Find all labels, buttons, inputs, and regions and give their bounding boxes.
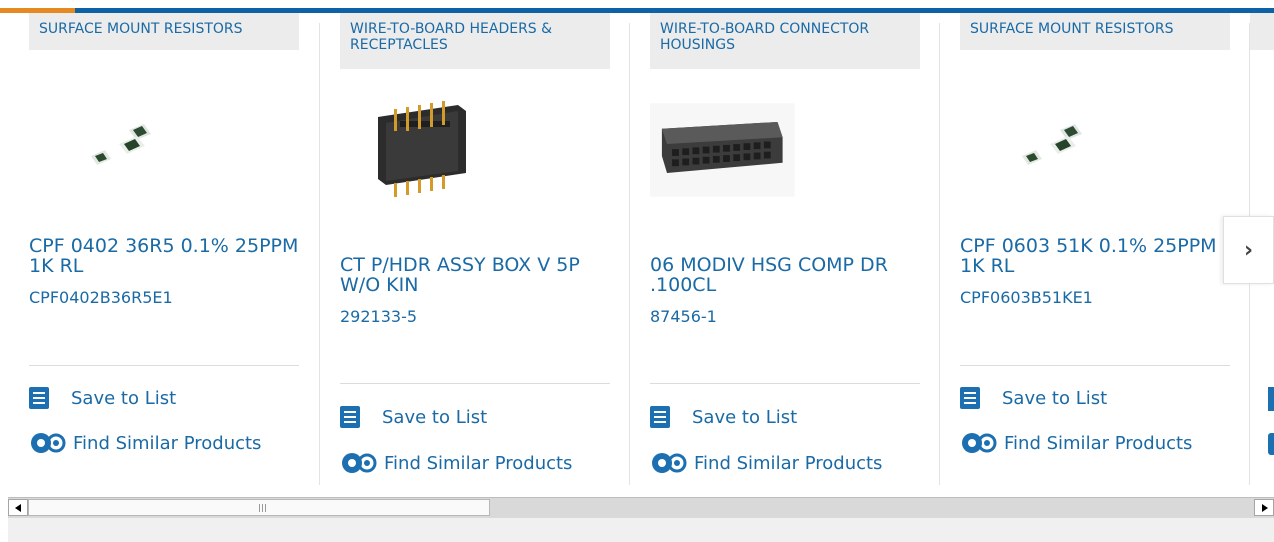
scroll-left-arrow-icon[interactable] (8, 499, 28, 516)
save-to-list-label: Save to List (71, 387, 177, 409)
save-to-list-button[interactable]: Save to List (29, 387, 176, 409)
smd-resistor-image[interactable] (29, 95, 229, 205)
find-similar-label: Find Similar Products (1004, 432, 1193, 454)
product-carousel: SURFACE MOUNT RESISTORS CPF 0402 36R5 0.… (0, 13, 1274, 497)
product-title[interactable]: CPF 0402 36R5 0.1% 25PPM 1K RL (29, 236, 309, 276)
category-label[interactable]: SURFACE MOUNT RESISTORS (29, 13, 299, 50)
scrollbar-grip (259, 504, 267, 512)
find-similar-label: Find Similar Products (73, 432, 262, 454)
chevron-right-icon: › (1243, 237, 1254, 263)
product-card: WIRE-TO-BOARD HEADERS & RECEPTACLES CT P… (340, 13, 630, 475)
product-title[interactable]: CT P/HDR ASSY BOX V 5P W/O KIN (340, 255, 620, 295)
save-to-list-label: Save to List (1002, 387, 1108, 409)
next-card-category (1250, 13, 1274, 50)
part-number[interactable]: CPF0402B36R5E1 (29, 288, 173, 307)
product-title[interactable]: 06 MODIV HSG COMP DR .100CL (650, 255, 930, 295)
pin-header-image[interactable] (340, 95, 540, 205)
smd-resistor-image[interactable] (960, 95, 1160, 205)
top-accent-bar (0, 0, 1274, 13)
divider-line (29, 365, 299, 366)
gear-similar-icon (342, 453, 377, 473)
checklist-icon (650, 406, 670, 428)
card-divider (939, 23, 940, 485)
gear-similar-icon (962, 433, 997, 453)
horizontal-scrollbar[interactable] (8, 497, 1274, 518)
part-number[interactable]: 292133-5 (340, 307, 417, 326)
divider-line (960, 365, 1230, 366)
footer-area (8, 518, 1274, 542)
divider-line (650, 383, 920, 384)
divider-line (340, 383, 610, 384)
card-divider (319, 23, 320, 485)
scroll-right-arrow-icon[interactable] (1254, 499, 1274, 516)
find-similar-button[interactable]: Find Similar Products (29, 431, 261, 455)
save-to-list-button[interactable]: Save to List (340, 406, 487, 428)
part-number[interactable]: CPF0603B51KE1 (960, 288, 1093, 307)
gear-similar-icon (652, 453, 687, 473)
gear-similar-icon (31, 433, 66, 453)
find-similar-button[interactable]: Find Similar Products (960, 431, 1192, 455)
product-card: WIRE-TO-BOARD CONNECTOR HOUSINGS 06 MODI… (650, 13, 940, 475)
save-to-list-label: Save to List (692, 406, 798, 428)
find-similar-button[interactable]: Find Similar Products (340, 451, 572, 475)
checklist-icon (960, 387, 980, 409)
save-to-list-label: Save to List (382, 406, 488, 428)
category-label[interactable]: WIRE-TO-BOARD CONNECTOR HOUSINGS (650, 13, 920, 69)
checklist-icon (340, 406, 360, 428)
product-card: SURFACE MOUNT RESISTORS CPF 0603 51K 0.1… (960, 13, 1250, 473)
part-number[interactable]: 87456-1 (650, 307, 717, 326)
card-divider (629, 23, 630, 485)
save-to-list-button[interactable]: Save to List (960, 387, 1107, 409)
find-similar-button[interactable]: Find Similar Products (650, 451, 882, 475)
checklist-icon (29, 387, 49, 409)
save-to-list-button[interactable]: Save to List (650, 406, 797, 428)
find-similar-label: Find Similar Products (694, 452, 883, 474)
scrollbar-thumb[interactable] (28, 499, 490, 516)
category-label[interactable]: WIRE-TO-BOARD HEADERS & RECEPTACLES (340, 13, 610, 69)
product-title[interactable]: CPF 0603 51K 0.1% 25PPM 1K RL (960, 236, 1225, 276)
connector-housing-image[interactable] (650, 95, 820, 205)
next-card-similar-icon (1268, 433, 1274, 455)
category-label[interactable]: SURFACE MOUNT RESISTORS (960, 13, 1230, 50)
product-card: SURFACE MOUNT RESISTORS CPF 0402 36R5 0.… (29, 13, 319, 473)
next-card-checklist-icon (1268, 387, 1274, 411)
carousel-next-button[interactable]: › (1223, 216, 1274, 284)
find-similar-label: Find Similar Products (384, 452, 573, 474)
